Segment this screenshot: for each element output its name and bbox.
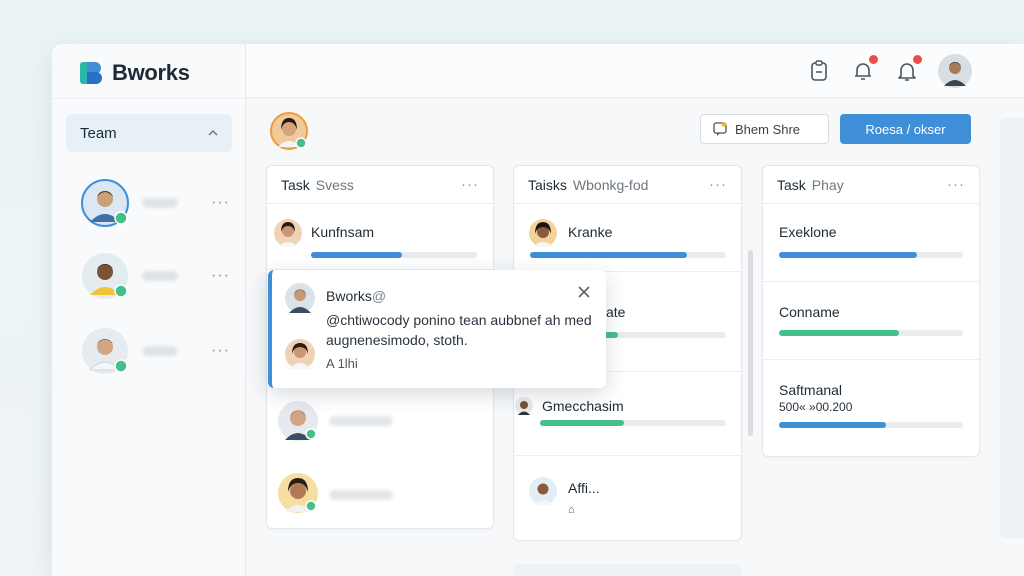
share-button[interactable]: Bhem Shre <box>700 114 829 144</box>
task-card[interactable] <box>267 401 493 466</box>
member-name <box>142 271 178 281</box>
team-member-1[interactable]: ··· <box>80 178 230 228</box>
avatar <box>82 328 128 374</box>
team-label: Team <box>80 124 117 142</box>
member-more-button[interactable]: ··· <box>211 194 230 212</box>
member-more-button[interactable]: ··· <box>211 342 230 360</box>
card-title: ate <box>606 304 626 320</box>
task-card[interactable]: Saftmanal 500« »00.200 <box>763 360 979 456</box>
card-title-blurred <box>329 490 393 500</box>
column-more-button[interactable]: ··· <box>709 176 727 193</box>
column-more-button[interactable]: ··· <box>947 176 965 193</box>
assignee-avatar <box>274 219 302 247</box>
card-title: Gmecchasim <box>542 398 624 414</box>
user-avatar[interactable] <box>938 54 972 88</box>
at-sign: @ <box>371 288 387 304</box>
app-window: Bworks Team ··· ··· ··· Bhem Shre Roesa … <box>52 44 1024 576</box>
column-title: Task <box>777 176 806 193</box>
task-card[interactable] <box>267 466 493 528</box>
faded-panel <box>513 564 742 576</box>
avatar <box>82 253 128 299</box>
progress-bar <box>530 252 726 258</box>
comment-popup[interactable]: Bworks@ @chtiwocody ponino tean aubbnef … <box>268 270 606 388</box>
brand[interactable]: Bworks <box>78 57 190 89</box>
column-subtitle: Wbonkg-fod <box>572 176 649 193</box>
team-section-toggle[interactable]: Team <box>66 114 232 152</box>
top-bar <box>246 44 1024 98</box>
primary-action-label: Roesa / okser <box>865 121 946 137</box>
column-subtitle: Svess <box>315 176 354 193</box>
progress-fill <box>311 252 403 258</box>
share-label: Bhem Shre <box>735 121 801 137</box>
faded-panel <box>1000 118 1024 538</box>
column-subtitle: Phay <box>811 176 844 193</box>
card-amount: 500« »00.200 <box>779 400 853 414</box>
task-card[interactable]: Exeklone <box>763 204 979 282</box>
progress-bar <box>779 252 963 258</box>
column-title: Taisks <box>528 176 567 193</box>
member-name <box>142 198 178 208</box>
task-card[interactable]: Kranke <box>514 204 741 272</box>
task-card[interactable]: Conname <box>763 282 979 360</box>
close-icon[interactable] <box>576 284 592 300</box>
progress-fill <box>540 420 624 426</box>
clipboard-icon[interactable] <box>806 58 832 84</box>
progress-fill <box>530 252 687 258</box>
progress-bar <box>779 330 963 336</box>
app-name: Bworks <box>112 60 190 85</box>
column-more-button[interactable]: ··· <box>461 176 479 193</box>
popup-title-text: Bworks <box>326 288 372 304</box>
board-column-3: Task Phay ··· Exeklone Conname Saftmanal… <box>762 165 980 457</box>
assignee-avatar <box>529 219 557 247</box>
assignee-avatar <box>515 397 533 415</box>
bworks-logo-icon <box>80 62 102 84</box>
commenter-avatar <box>285 283 315 313</box>
column-header: Taisks Wbonkg-fod ··· <box>514 166 741 204</box>
notification-badge <box>868 54 879 65</box>
chat-icon <box>713 122 727 136</box>
progress-fill <box>779 252 917 258</box>
divider <box>52 98 246 99</box>
member-name <box>142 346 178 356</box>
notifications-button[interactable] <box>850 54 879 84</box>
task-card[interactable]: Kunfnsam <box>267 204 493 270</box>
progress-bar <box>779 422 963 428</box>
card-title: Exeklone <box>779 224 837 240</box>
primary-action-button[interactable]: Roesa / okser <box>840 114 971 144</box>
task-card[interactable]: Affi... ⌂ <box>514 456 741 540</box>
assignee-avatar <box>529 477 557 505</box>
progress-bar <box>540 420 726 426</box>
progress-bar <box>311 252 477 258</box>
column-title: Task <box>281 176 310 193</box>
card-title: Kunfnsam <box>311 224 375 240</box>
board-owner-avatar[interactable] <box>270 112 308 150</box>
assignee-avatar <box>278 401 318 441</box>
popup-title: Bworks@ <box>326 288 386 304</box>
progress-fill <box>779 330 899 336</box>
column-scrollbar[interactable] <box>748 250 753 436</box>
column-header: Task Phay ··· <box>763 166 979 204</box>
team-member-3[interactable]: ··· <box>80 326 230 376</box>
team-member-2[interactable]: ··· <box>80 251 230 301</box>
alerts-button[interactable] <box>894 54 923 84</box>
column-header: Task Svess ··· <box>267 166 493 204</box>
progress-fill <box>779 422 886 428</box>
assignee-avatar <box>278 473 318 513</box>
card-title-blurred <box>329 416 393 426</box>
card-title: Conname <box>779 304 840 320</box>
member-more-button[interactable]: ··· <box>211 267 230 285</box>
card-title: Kranke <box>568 224 613 240</box>
popup-meta: A 1lhi <box>326 356 358 371</box>
chevron-up-icon <box>208 130 218 136</box>
alert-badge <box>912 54 923 65</box>
mentioned-avatar <box>285 339 315 369</box>
popup-message: @chtiwocody ponino tean aubbnef ah med a… <box>326 312 592 348</box>
avatar <box>81 179 129 227</box>
card-title: Saftmanal <box>779 382 843 398</box>
card-title: Affi... <box>568 480 600 496</box>
sidebar: Bworks Team ··· ··· ··· <box>52 44 246 576</box>
card-subtitle: ⌂ <box>568 504 575 516</box>
